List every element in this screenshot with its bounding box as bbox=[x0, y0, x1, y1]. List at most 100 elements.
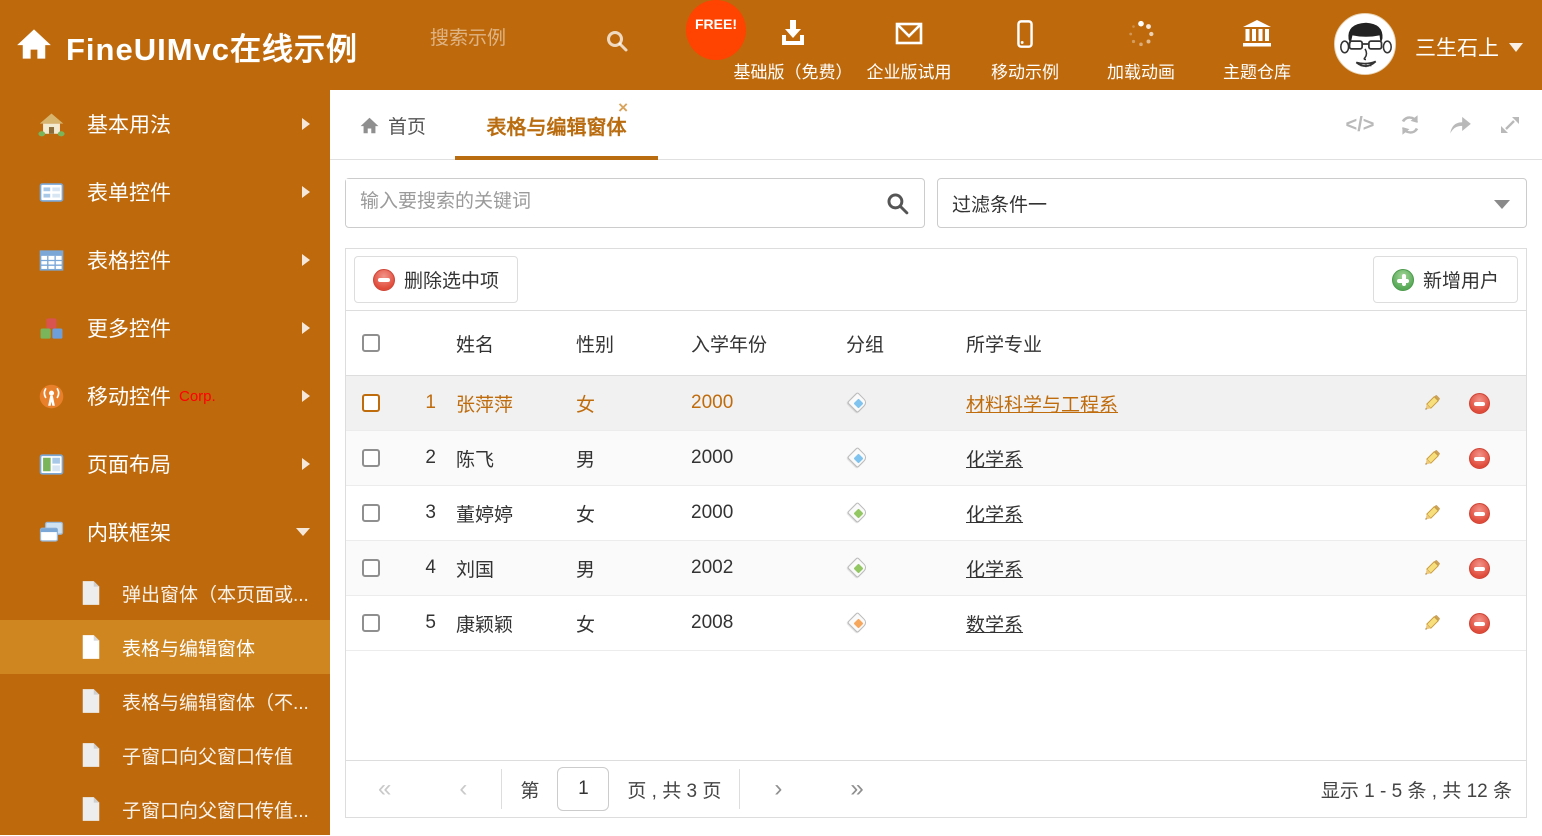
page-suffix-label: 页 , 共 3 页 bbox=[627, 780, 722, 802]
tab-tools: </> bbox=[1346, 90, 1524, 160]
chevron-right-icon bbox=[302, 390, 310, 402]
prev-page-icon[interactable]: ‹ bbox=[459, 777, 467, 801]
sidebar-subitem-child-to-parent[interactable]: 子窗口向父窗口传值 bbox=[0, 728, 330, 782]
grid-toolbar: 删除选中项 新增用户 bbox=[346, 249, 1526, 311]
user-menu[interactable]: 三生石上 bbox=[1415, 32, 1523, 62]
cell-name: 康颖颖 bbox=[456, 614, 514, 636]
nav-item-theme-repo[interactable]: 主题仓库 bbox=[1199, 14, 1315, 83]
page-number-input[interactable] bbox=[557, 767, 610, 811]
chevron-right-icon bbox=[302, 254, 310, 266]
sidebar-subitem-child-to-parent-2[interactable]: 子窗口向父窗口传值... bbox=[0, 782, 330, 836]
tab-home[interactable]: 首页 bbox=[360, 90, 426, 160]
search-icon[interactable] bbox=[605, 29, 629, 53]
sidebar: 基本用法 表单控件 表格控件 更多控件 移动控件 Corp. 页面布局 内联框架… bbox=[0, 90, 330, 835]
delete-row-icon[interactable] bbox=[1469, 447, 1490, 469]
home-icon[interactable] bbox=[16, 26, 52, 62]
free-badge: FREE! bbox=[686, 0, 746, 60]
row-number: 4 bbox=[425, 557, 436, 578]
spinner-icon bbox=[1126, 14, 1156, 54]
tag-icon bbox=[846, 446, 870, 470]
edit-pencil-icon[interactable] bbox=[1420, 392, 1443, 415]
row-checkbox[interactable] bbox=[362, 394, 380, 412]
sidebar-item-form-controls[interactable]: 表单控件 bbox=[0, 158, 330, 226]
delete-row-icon[interactable] bbox=[1469, 392, 1490, 414]
corp-badge: Corp. bbox=[179, 387, 216, 405]
minus-circle-icon bbox=[373, 268, 395, 291]
major-link[interactable]: 化学系 bbox=[966, 445, 1023, 472]
sidebar-item-grid-controls[interactable]: 表格控件 bbox=[0, 226, 330, 294]
row-number: 2 bbox=[425, 447, 436, 468]
delete-row-icon[interactable] bbox=[1469, 557, 1490, 579]
nav-item-enterprise-trial[interactable]: 企业版试用 bbox=[851, 14, 967, 83]
file-icon bbox=[80, 634, 102, 660]
username-label: 三生石上 bbox=[1415, 37, 1499, 60]
layout-icon bbox=[38, 451, 65, 478]
filter-dropdown-value: 过滤条件一 bbox=[952, 194, 1048, 216]
sidebar-item-page-layout[interactable]: 页面布局 bbox=[0, 430, 330, 498]
row-checkbox[interactable] bbox=[362, 504, 380, 522]
edit-pencil-icon[interactable] bbox=[1420, 447, 1443, 470]
select-all-checkbox[interactable] bbox=[362, 334, 380, 352]
tag-icon bbox=[846, 501, 870, 525]
table-row[interactable]: 3 董婷婷 女 2000 化学系 bbox=[346, 486, 1526, 541]
filter-dropdown[interactable]: 过滤条件一 bbox=[937, 178, 1527, 228]
table-row[interactable]: 4 刘国 男 2002 化学系 bbox=[346, 541, 1526, 596]
refresh-icon[interactable] bbox=[1396, 111, 1424, 139]
nav-item-basic-free[interactable]: 基础版（免费） bbox=[734, 14, 853, 83]
table-row[interactable]: 5 康颖颖 女 2008 数学系 bbox=[346, 596, 1526, 651]
edit-pencil-icon[interactable] bbox=[1420, 502, 1443, 525]
major-link[interactable]: 数学系 bbox=[966, 610, 1023, 637]
file-icon bbox=[80, 580, 102, 606]
sidebar-item-mobile-controls[interactable]: 移动控件 Corp. bbox=[0, 362, 330, 430]
first-page-icon[interactable]: « bbox=[378, 777, 391, 801]
col-header-major: 所学专业 bbox=[966, 334, 1043, 356]
sidebar-subitem-grid-edit-window-2[interactable]: 表格与编辑窗体（不... bbox=[0, 674, 330, 728]
row-checkbox[interactable] bbox=[362, 449, 380, 467]
fullscreen-icon[interactable] bbox=[1496, 111, 1524, 139]
pagination-bar: « ‹ 第 页 , 共 3 页 › » 显示 1 - 5 条 , 共 12 条 bbox=[346, 760, 1526, 817]
nav-item-mobile-demo[interactable]: 移动示例 bbox=[967, 14, 1083, 83]
divider bbox=[739, 769, 741, 809]
header-nav: 基础版（免费） 企业版试用 移动示例 加载动画 主题仓库 bbox=[734, 14, 1315, 84]
row-checkbox[interactable] bbox=[362, 614, 380, 632]
share-icon[interactable] bbox=[1446, 111, 1474, 139]
major-link[interactable]: 材料科学与工程系 bbox=[966, 390, 1118, 417]
major-link[interactable]: 化学系 bbox=[966, 500, 1023, 527]
chevron-right-icon bbox=[302, 186, 310, 198]
search-icon[interactable] bbox=[885, 191, 910, 216]
app-title: FineUIMvc在线示例 bbox=[66, 32, 359, 67]
cell-name: 董婷婷 bbox=[456, 504, 514, 526]
cell-year: 2000 bbox=[691, 502, 734, 523]
close-icon[interactable]: × bbox=[618, 98, 628, 118]
chevron-right-icon bbox=[302, 458, 310, 470]
nav-item-loading-animation[interactable]: 加载动画 bbox=[1083, 14, 1199, 83]
table-body: 1 张萍萍 女 2000 材料科学与工程系 2 陈飞 男 2000 化学系 3 … bbox=[346, 376, 1526, 651]
add-user-button[interactable]: 新增用户 bbox=[1372, 256, 1518, 303]
delete-row-icon[interactable] bbox=[1469, 612, 1490, 634]
tab-bar: 首页 表格与编辑窗体 × </> bbox=[330, 90, 1542, 160]
major-link[interactable]: 化学系 bbox=[966, 555, 1023, 582]
row-checkbox[interactable] bbox=[362, 559, 380, 577]
form-icon bbox=[38, 179, 65, 206]
last-page-icon[interactable]: » bbox=[850, 777, 863, 801]
header-search-input[interactable] bbox=[430, 28, 590, 50]
sidebar-item-iframe[interactable]: 内联框架 bbox=[0, 498, 330, 566]
tag-icon bbox=[846, 556, 870, 580]
table-row[interactable]: 2 陈飞 男 2000 化学系 bbox=[346, 431, 1526, 486]
edit-pencil-icon[interactable] bbox=[1420, 612, 1443, 635]
sidebar-subitem-grid-edit-window[interactable]: 表格与编辑窗体 bbox=[0, 620, 330, 674]
avatar[interactable] bbox=[1334, 13, 1396, 75]
next-page-icon[interactable]: › bbox=[774, 777, 782, 801]
edit-pencil-icon[interactable] bbox=[1420, 557, 1443, 580]
delete-row-icon[interactable] bbox=[1469, 502, 1490, 524]
sidebar-item-basic-usage[interactable]: 基本用法 bbox=[0, 90, 330, 158]
sidebar-subitem-popup-window[interactable]: 弹出窗体（本页面或... bbox=[0, 566, 330, 620]
page-prefix-label: 第 bbox=[520, 780, 540, 802]
table-row[interactable]: 1 张萍萍 女 2000 材料科学与工程系 bbox=[346, 376, 1526, 431]
table-icon bbox=[38, 247, 65, 274]
sidebar-item-more-controls[interactable]: 更多控件 bbox=[0, 294, 330, 362]
delete-selected-button[interactable]: 删除选中项 bbox=[354, 256, 519, 303]
keyword-search-input[interactable] bbox=[346, 179, 846, 225]
source-code-icon[interactable]: </> bbox=[1346, 111, 1375, 139]
tab-grid-edit-window[interactable]: 表格与编辑窗体 × bbox=[455, 90, 658, 160]
